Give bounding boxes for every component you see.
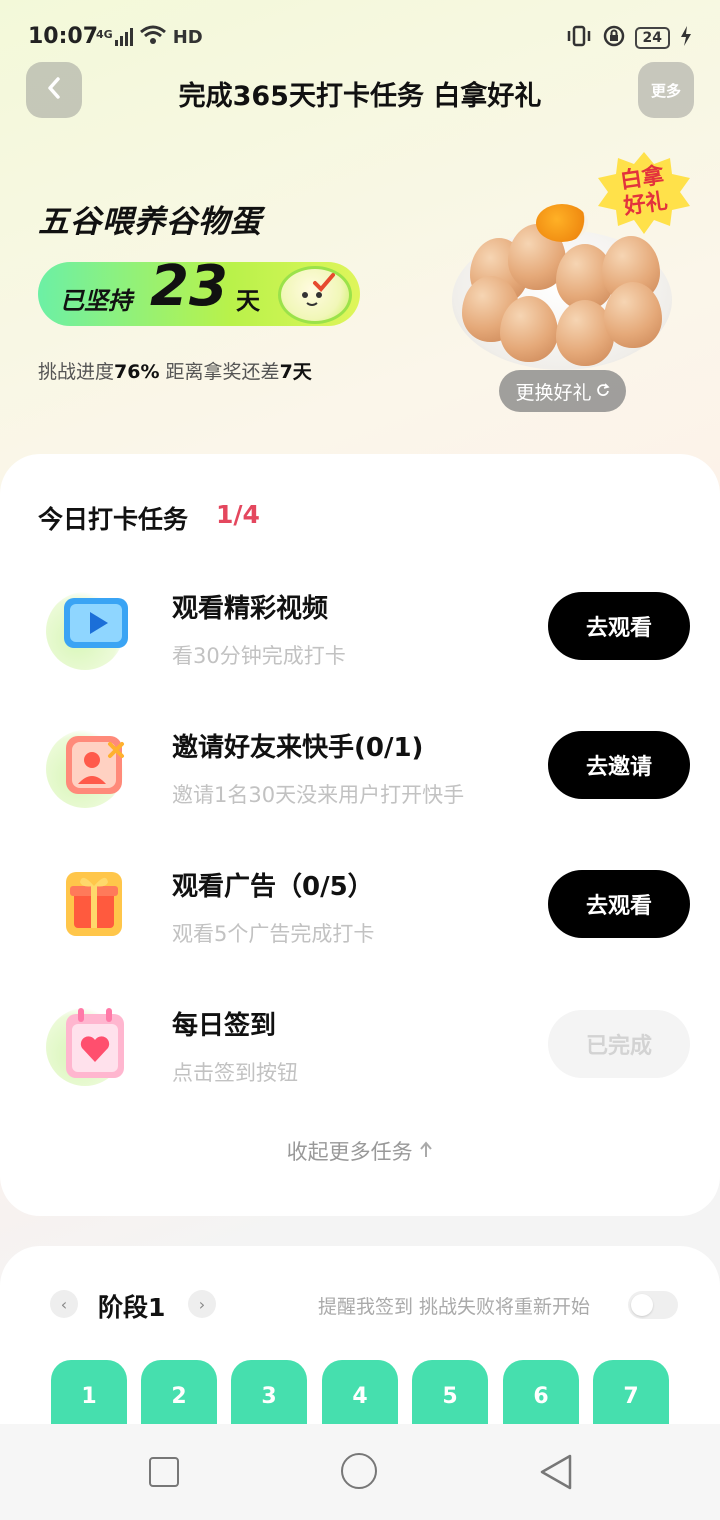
task-title: 邀请好友来快手(0/1) [172, 733, 424, 763]
battery-indicator: 24 [634, 27, 670, 49]
chevron-right-icon: › [198, 1294, 206, 1314]
invite-button[interactable]: 去邀请 [548, 731, 690, 799]
page-title: 完成365天打卡任务 白拿好礼 [178, 81, 542, 112]
streak-prefix: 已坚持 [60, 287, 132, 315]
gift-box-icon [66, 872, 122, 936]
charging-icon [680, 26, 692, 50]
progress-text: 挑战进度76% 距离拿奖还差7天 [38, 361, 312, 383]
streak-days: 23 [150, 254, 228, 319]
collapse-tasks-button[interactable]: 收起更多任务 [0, 1136, 720, 1166]
home-button[interactable] [341, 1453, 377, 1489]
stage-prev-button[interactable]: ‹ [50, 1290, 78, 1318]
status-right-icons: 24 [565, 24, 692, 52]
watch-video-button[interactable]: 去观看 [548, 592, 690, 660]
lock-rotation-icon [603, 25, 625, 51]
hd-label: HD [172, 26, 203, 48]
prize-name: 五谷喂养谷物蛋 [38, 204, 262, 240]
video-icon [64, 598, 128, 648]
more-button[interactable]: 更多 [638, 62, 694, 118]
arrow-up-icon [419, 1140, 433, 1164]
tasks-title: 今日打卡任务 [38, 505, 189, 534]
task-title: 观看广告（0/5） [172, 872, 374, 902]
streak-unit: 天 [236, 287, 260, 315]
task-card [0, 454, 720, 1216]
egg-yolk-image [536, 204, 588, 242]
vibrate-icon [565, 24, 593, 52]
task-desc: 邀请1名30天没来用户打开快手 [172, 783, 465, 807]
watch-ads-button[interactable]: 去观看 [548, 870, 690, 938]
task-desc: 观看5个广告完成打卡 [172, 922, 375, 946]
status-network-icons: 4G HD [96, 24, 203, 50]
refresh-icon [596, 380, 610, 402]
task-title: 每日签到 [172, 1011, 277, 1041]
task-title: 观看精彩视频 [172, 594, 329, 624]
signal-icon: 4G [96, 28, 133, 46]
recent-apps-button[interactable] [149, 1457, 179, 1487]
swap-prize-button[interactable]: 更换好礼 [499, 370, 626, 412]
mascot-icon [278, 266, 352, 324]
wifi-icon [139, 24, 167, 50]
tasks-count: 1/4 [216, 500, 260, 529]
checkin-done-button[interactable]: 已完成 [548, 1010, 690, 1078]
system-back-button[interactable] [538, 1452, 574, 1492]
chevron-left-icon: ‹ [60, 1294, 68, 1314]
gift-badge-text: 白拿 好礼 [618, 163, 670, 220]
status-time: 10:07 [28, 24, 99, 49]
stage-label: 阶段1 [98, 1293, 166, 1322]
calendar-heart-icon [66, 1008, 124, 1078]
egg-image [604, 282, 662, 348]
egg-image [500, 296, 558, 362]
invite-friend-icon [66, 736, 124, 794]
toggle-knob [631, 1294, 653, 1316]
task-desc: 点击签到按钮 [172, 1061, 298, 1085]
task-desc: 看30分钟完成打卡 [172, 644, 346, 668]
remind-hint: 提醒我签到 挑战失败将重新开始 [318, 1296, 591, 1318]
stage-next-button[interactable]: › [188, 1290, 216, 1318]
